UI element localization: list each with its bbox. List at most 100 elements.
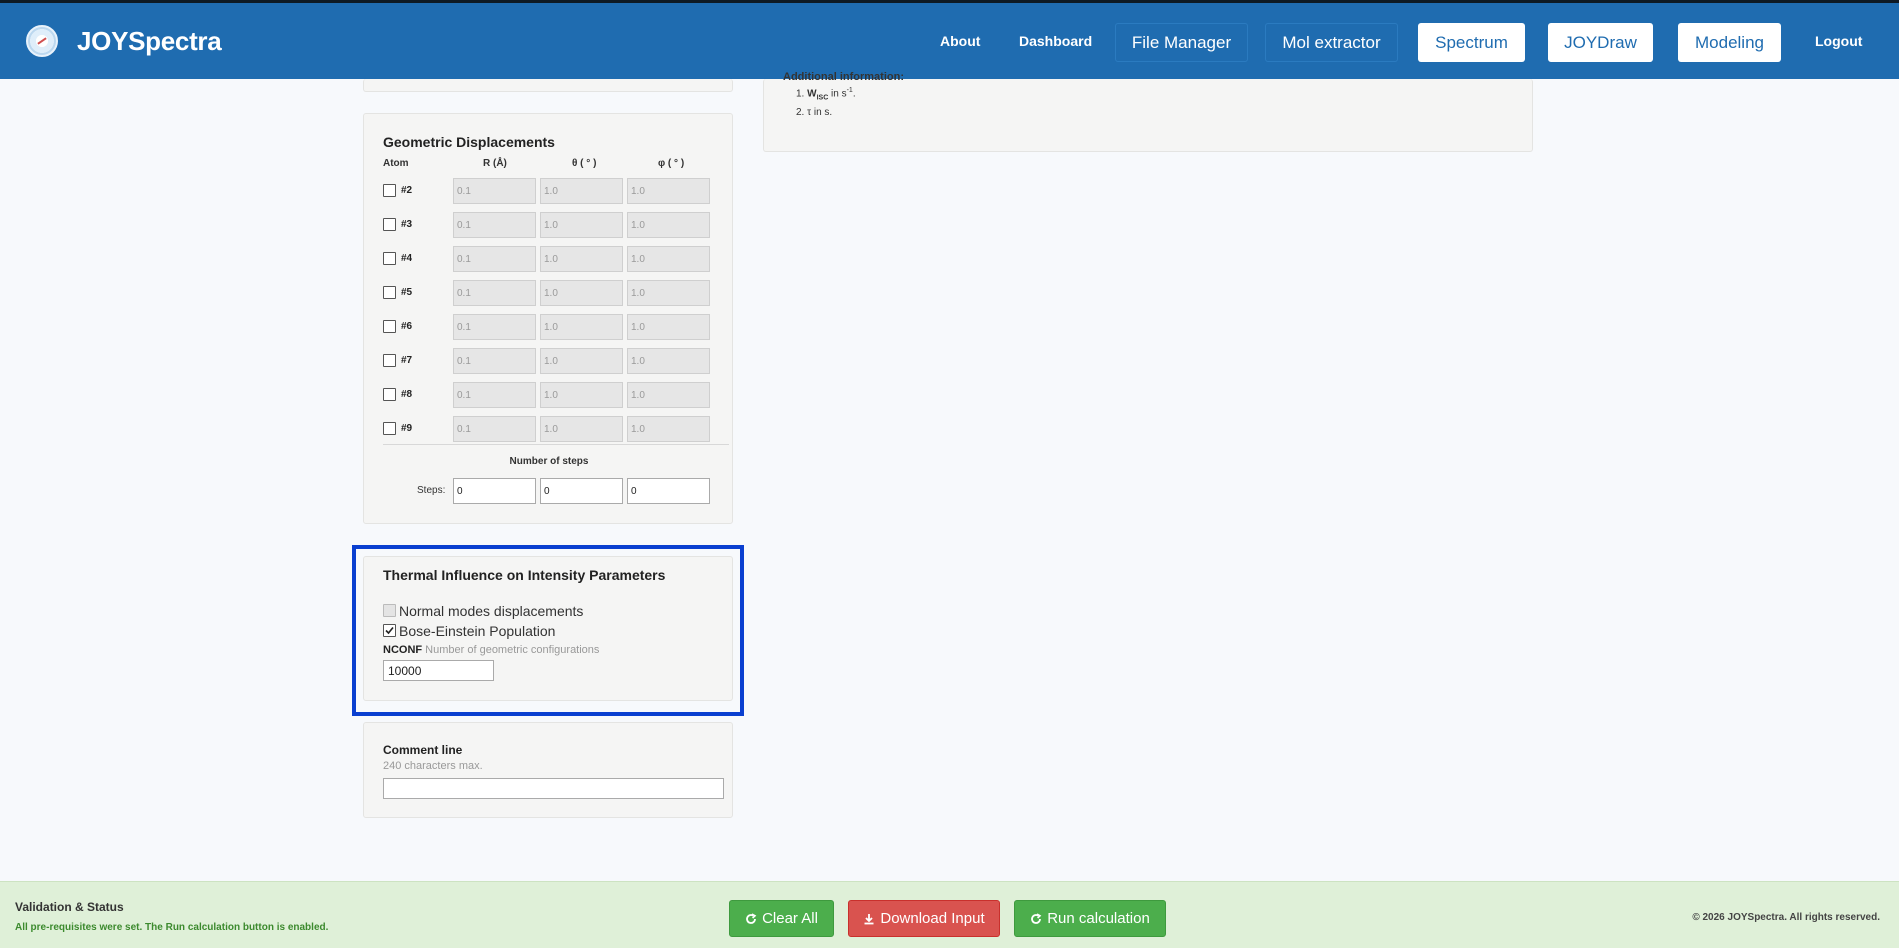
atom-label: #9 <box>401 423 413 434</box>
status-footer: Validation & Status All pre-requisites w… <box>0 881 1899 948</box>
info-item-2-text: τ in s. <box>807 107 833 118</box>
atom-phi-input[interactable]: 1.0 <box>627 348 710 374</box>
run-calculation-button[interactable]: Run calculation <box>1014 900 1166 937</box>
nav-button-joydraw[interactable]: JOYDraw <box>1548 23 1653 62</box>
atom-checkbox[interactable] <box>383 320 396 333</box>
comment-title: Comment line <box>383 743 463 757</box>
atom-phi-input[interactable]: 1.0 <box>627 280 710 306</box>
atom-phi-input[interactable]: 1.0 <box>627 382 710 408</box>
nav-button-mol-extractor[interactable]: Mol extractor <box>1265 23 1398 62</box>
nav-link-dashboard[interactable]: Dashboard <box>1019 33 1092 49</box>
atom-label: #6 <box>401 321 413 332</box>
atom-theta-input[interactable]: 1.0 <box>540 416 623 442</box>
check-icon <box>385 626 394 635</box>
normal-modes-option: Normal modes displacements <box>383 602 584 619</box>
nconf-row: NCONF Number of geometric configurations <box>383 644 599 656</box>
atom-row: #4 0.1 1.0 1.0 <box>383 246 710 272</box>
atom-label: #4 <box>401 253 413 264</box>
additional-info-heading: Additional information: <box>783 71 904 81</box>
atom-theta-input[interactable]: 1.0 <box>540 348 623 374</box>
nav-button-modeling[interactable]: Modeling <box>1678 23 1781 62</box>
atom-theta-input[interactable]: 1.0 <box>540 212 623 238</box>
atom-r-input[interactable]: 0.1 <box>453 416 536 442</box>
atom-checkbox[interactable] <box>383 184 396 197</box>
atom-r-input[interactable]: 0.1 <box>453 246 536 272</box>
steps-theta-input[interactable]: 0 <box>540 478 623 504</box>
atom-checkbox[interactable] <box>383 388 396 401</box>
atom-row: #6 0.1 1.0 1.0 <box>383 314 710 340</box>
nconf-label: NCONF <box>383 644 423 656</box>
atom-checkbox[interactable] <box>383 252 396 265</box>
comment-input[interactable] <box>383 778 724 799</box>
steps-label: Steps: <box>417 485 446 496</box>
comment-hint: 240 characters max. <box>383 760 483 772</box>
normal-modes-label: Normal modes displacements <box>399 602 584 619</box>
atom-phi-input[interactable]: 1.0 <box>627 246 710 272</box>
info-item-1-end: . <box>852 88 856 100</box>
column-header-r: R (Å) <box>483 158 507 169</box>
atom-r-input[interactable]: 0.1 <box>453 212 536 238</box>
info-item-1-text: in s <box>828 88 847 100</box>
atom-theta-input[interactable]: 1.0 <box>540 178 623 204</box>
top-navbar: JOYSpectra About Dashboard File Manager … <box>0 0 1899 79</box>
nav-link-logout[interactable]: Logout <box>1815 33 1862 49</box>
nconf-hint: Number of geometric configurations <box>425 644 600 656</box>
atom-phi-input[interactable]: 1.0 <box>627 314 710 340</box>
geometric-displacements-panel: Geometric Displacements Atom R (Å) θ ( °… <box>363 113 733 524</box>
atom-r-input[interactable]: 0.1 <box>453 178 536 204</box>
previous-panel-bottom <box>363 79 733 92</box>
bose-einstein-option: Bose-Einstein Population <box>383 622 556 639</box>
refresh-icon <box>746 912 757 924</box>
clear-all-button[interactable]: Clear All <box>729 900 834 937</box>
brand[interactable]: JOYSpectra <box>26 25 222 57</box>
atom-r-input[interactable]: 0.1 <box>453 280 536 306</box>
download-icon <box>864 913 874 924</box>
atom-checkbox[interactable] <box>383 354 396 367</box>
atom-theta-input[interactable]: 1.0 <box>540 246 623 272</box>
atom-theta-input[interactable]: 1.0 <box>540 314 623 340</box>
atom-row: #7 0.1 1.0 1.0 <box>383 348 710 374</box>
panel-title: Geometric Displacements <box>383 134 555 150</box>
info-item-1-symbol: W <box>807 88 817 100</box>
atom-checkbox[interactable] <box>383 286 396 299</box>
steps-phi-input[interactable]: 0 <box>627 478 710 504</box>
copyright: © 2026 JOYSpectra. All rights reserved. <box>1692 912 1880 923</box>
column-header-atom: Atom <box>383 158 409 169</box>
atom-row: #9 0.1 1.0 1.0 <box>383 416 710 442</box>
steps-title: Number of steps <box>509 456 589 467</box>
info-item-1-subscript: ISC <box>816 94 829 102</box>
nav-button-file-manager[interactable]: File Manager <box>1115 23 1248 62</box>
info-item-2: 2. τ in s. <box>796 107 833 118</box>
normal-modes-checkbox[interactable] <box>383 604 396 617</box>
atom-row: #2 0.1 1.0 1.0 <box>383 178 710 204</box>
bose-einstein-label: Bose-Einstein Population <box>399 622 556 639</box>
thermal-influence-panel: Thermal Influence on Intensity Parameter… <box>363 556 733 701</box>
brand-name: JOYSpectra <box>77 25 222 56</box>
atom-phi-input[interactable]: 1.0 <box>627 416 710 442</box>
additional-info-panel: Additional information: 1. WISC in s-1. … <box>763 71 1533 152</box>
panel-title: Thermal Influence on Intensity Parameter… <box>383 567 666 583</box>
download-input-button[interactable]: Download Input <box>848 900 1000 937</box>
clear-all-label: Clear All <box>762 910 818 927</box>
atom-phi-input[interactable]: 1.0 <box>627 212 710 238</box>
nconf-input[interactable]: 10000 <box>383 660 494 681</box>
comment-line-panel: Comment line 240 characters max. <box>363 722 733 818</box>
atom-phi-input[interactable]: 1.0 <box>627 178 710 204</box>
atom-r-input[interactable]: 0.1 <box>453 382 536 408</box>
atom-r-input[interactable]: 0.1 <box>453 348 536 374</box>
atom-row: #8 0.1 1.0 1.0 <box>383 382 710 408</box>
atom-label: #7 <box>401 355 413 366</box>
atom-checkbox[interactable] <box>383 218 396 231</box>
atom-checkbox[interactable] <box>383 422 396 435</box>
column-header-theta: θ ( ° ) <box>572 158 597 169</box>
bose-einstein-checkbox[interactable] <box>383 624 396 637</box>
nav-link-about[interactable]: About <box>940 33 980 49</box>
atom-r-input[interactable]: 0.1 <box>453 314 536 340</box>
steps-r-input[interactable]: 0 <box>453 478 536 504</box>
atom-label: #8 <box>401 389 413 400</box>
nav-button-spectrum[interactable]: Spectrum <box>1418 23 1525 62</box>
atom-row: #5 0.1 1.0 1.0 <box>383 280 710 306</box>
info-item-1: 1. WISC in s-1. <box>796 87 856 102</box>
atom-theta-input[interactable]: 1.0 <box>540 382 623 408</box>
atom-theta-input[interactable]: 1.0 <box>540 280 623 306</box>
